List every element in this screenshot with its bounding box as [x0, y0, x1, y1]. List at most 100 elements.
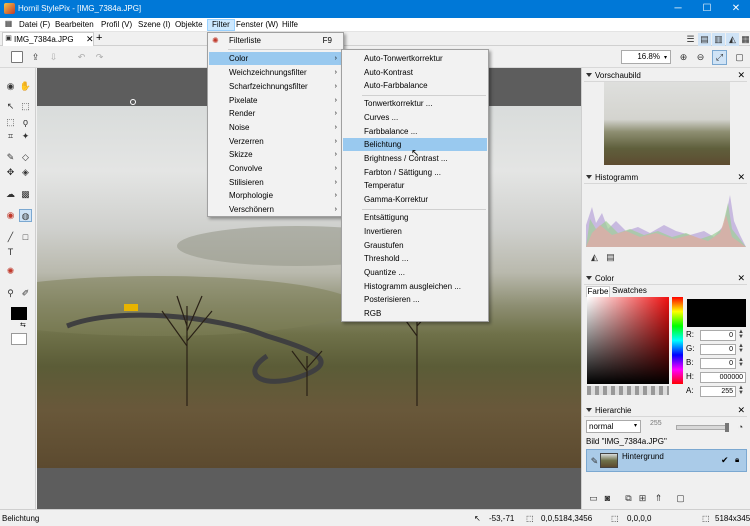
color-menu-item[interactable]: Graustufen	[343, 239, 487, 252]
close-panel-icon[interactable]: ✕	[737, 172, 745, 183]
filter-menu-weichzeichnung[interactable]: Weichzeichnungsfilter ›	[209, 66, 342, 79]
merge-layer-icon[interactable]: ⊞	[636, 492, 649, 505]
lock-icon[interactable]: 🔒︎	[735, 455, 739, 465]
collapse-icon[interactable]	[586, 408, 592, 412]
menu-profil[interactable]: Profil (V)	[97, 19, 136, 31]
eraser-icon[interactable]: ◇	[19, 151, 32, 164]
zoom-icon[interactable]: ⚲	[4, 287, 17, 300]
zoom-out-icon[interactable]: ⊖	[694, 51, 707, 64]
hand-icon[interactable]: ✋	[19, 80, 32, 93]
color-menu-item[interactable]: Invertieren	[343, 225, 487, 238]
g-input[interactable]: 0	[700, 344, 736, 355]
move-icon[interactable]: ↖	[4, 100, 17, 113]
rotate-handle[interactable]	[130, 99, 136, 105]
histogram-mode-icon[interactable]: ◭	[588, 251, 601, 264]
filter-menu-noise[interactable]: Noise ›	[209, 121, 342, 134]
tab-swatches[interactable]: Swatches	[611, 286, 648, 297]
new-layer-icon[interactable]: ▭	[587, 492, 600, 505]
hierarchie-header[interactable]: Hierarchie ✕	[584, 404, 747, 417]
visibility-check-icon[interactable]: ✔	[721, 455, 729, 466]
view-icon[interactable]: ◉	[4, 80, 17, 93]
color-menu-item[interactable]: Threshold ...	[343, 252, 487, 265]
maximize-button[interactable]: ☐	[692, 0, 722, 18]
filter-menu-render[interactable]: Render ›	[209, 107, 342, 120]
opacity-slider[interactable]	[676, 423, 729, 432]
hex-input[interactable]: 000000	[700, 372, 746, 383]
magic-wand-icon[interactable]: ✦	[19, 130, 32, 143]
camera-icon[interactable]: ◙	[601, 492, 614, 505]
brush-icon[interactable]: ✎	[4, 151, 17, 164]
opacity-slider-thumb[interactable]	[725, 423, 729, 432]
color-menu-item[interactable]: Auto-Tonwertkorrektur	[343, 52, 487, 65]
redo-icon[interactable]: ↷	[93, 51, 106, 64]
color-menu-item[interactable]: Posterisieren ...	[343, 293, 487, 306]
collapse-icon[interactable]	[586, 73, 592, 77]
red-eye-icon[interactable]: ◉	[4, 209, 17, 222]
thumbnail-preview[interactable]	[604, 82, 730, 165]
color-header[interactable]: Color ✕	[584, 272, 747, 285]
close-panel-icon[interactable]: ✕	[737, 70, 745, 81]
rectangle-icon[interactable]: □	[19, 231, 32, 244]
color-picker-field[interactable]	[587, 297, 669, 384]
fill-icon[interactable]: ◈	[19, 166, 32, 179]
b-stepper-icon[interactable]: ▲ ▼	[738, 357, 744, 368]
line-icon[interactable]: ╱	[4, 231, 17, 244]
sticker-icon[interactable]: ✺	[4, 265, 17, 278]
duplicate-layer-icon[interactable]: ⧉	[622, 492, 635, 505]
color-menu-item[interactable]: Curves ...	[343, 111, 487, 124]
smudge-icon[interactable]: ☁	[4, 188, 17, 201]
new-file-icon[interactable]	[11, 51, 23, 63]
color-menu-item[interactable]: Gamma-Korrektur	[343, 193, 487, 206]
transform-icon[interactable]: ⬚	[19, 100, 32, 113]
add-tab-button[interactable]: +	[96, 32, 102, 44]
marquee-icon[interactable]: ⬚	[4, 116, 17, 129]
color-menu-item[interactable]: Quantize ...	[343, 266, 487, 279]
filter-menu-color[interactable]: Color ›	[209, 52, 342, 65]
close-panel-icon[interactable]: ✕	[737, 273, 745, 284]
g-stepper-icon[interactable]: ▲ ▼	[738, 343, 744, 354]
upload-icon[interactable]: ⇪	[29, 51, 42, 64]
foreground-color-swatch[interactable]	[11, 307, 27, 320]
r-input[interactable]: 0	[700, 330, 736, 341]
hue-slider[interactable]	[672, 297, 683, 384]
color-menu-item[interactable]: Tonwertkorrektur ...	[343, 97, 487, 110]
histogramm-header[interactable]: Histogramm ✕	[584, 171, 747, 184]
color-menu-item[interactable]: Entsättigung	[343, 211, 487, 224]
zoom-dropdown-icon[interactable]: ▾	[664, 54, 667, 61]
histogram-toggle-icon[interactable]: ◭	[726, 33, 739, 46]
menu-fenster[interactable]: Fenster (W)	[232, 19, 282, 31]
pattern-icon[interactable]: ▩	[19, 188, 32, 201]
b-input[interactable]: 0	[700, 358, 736, 369]
panel-layout-2-icon[interactable]: ▥	[712, 33, 725, 46]
histogram-channel-icon[interactable]: ▤	[604, 251, 617, 264]
collapse-icon[interactable]	[586, 175, 592, 179]
eyedropper-icon[interactable]: ✐	[19, 287, 32, 300]
a-input[interactable]: 255	[700, 386, 736, 397]
minimize-button[interactable]: ─	[663, 0, 693, 18]
align-icon[interactable]: ☰	[684, 33, 697, 46]
download-icon[interactable]: ⇩	[47, 51, 60, 64]
dodge-icon[interactable]: ◍	[19, 209, 32, 222]
grid-icon[interactable]: ▦	[739, 33, 750, 46]
color-menu-item[interactable]: RGB	[343, 307, 487, 320]
tab-farbe[interactable]: Farbe	[586, 286, 610, 297]
filter-menu-verzerren[interactable]: Verzerren ›	[209, 135, 342, 148]
filter-menu-verschoenern[interactable]: Verschönern ›	[209, 203, 342, 216]
filter-menu-pixelate[interactable]: Pixelate ›	[209, 94, 342, 107]
collapse-icon[interactable]	[586, 276, 592, 280]
zoom-in-icon[interactable]: ⊕	[677, 51, 690, 64]
menu-objekte[interactable]: Objekte	[171, 19, 207, 31]
undo-icon[interactable]: ↶	[75, 51, 88, 64]
color-menu-item[interactable]: Farbbalance ...	[343, 125, 487, 138]
filter-menu-scharfzeichnung[interactable]: Scharfzeichnungsfilter ›	[209, 80, 342, 93]
crop-icon[interactable]: ⌗	[4, 130, 17, 143]
menu-bearbeiten[interactable]: Bearbeiten	[51, 19, 98, 31]
color-menu-item[interactable]: Auto-Farbbalance	[343, 79, 487, 92]
vorschaubild-header[interactable]: Vorschaubild ✕	[584, 69, 747, 82]
panel-layout-icon[interactable]: ▤	[698, 33, 711, 46]
color-menu-item[interactable]: Histogramm ausgleichen ...	[343, 280, 487, 293]
alpha-slider[interactable]	[587, 386, 669, 395]
layer-up-icon[interactable]: ⇑	[652, 492, 665, 505]
r-stepper-icon[interactable]: ▲ ▼	[738, 329, 744, 340]
background-color-swatch[interactable]	[11, 333, 27, 345]
